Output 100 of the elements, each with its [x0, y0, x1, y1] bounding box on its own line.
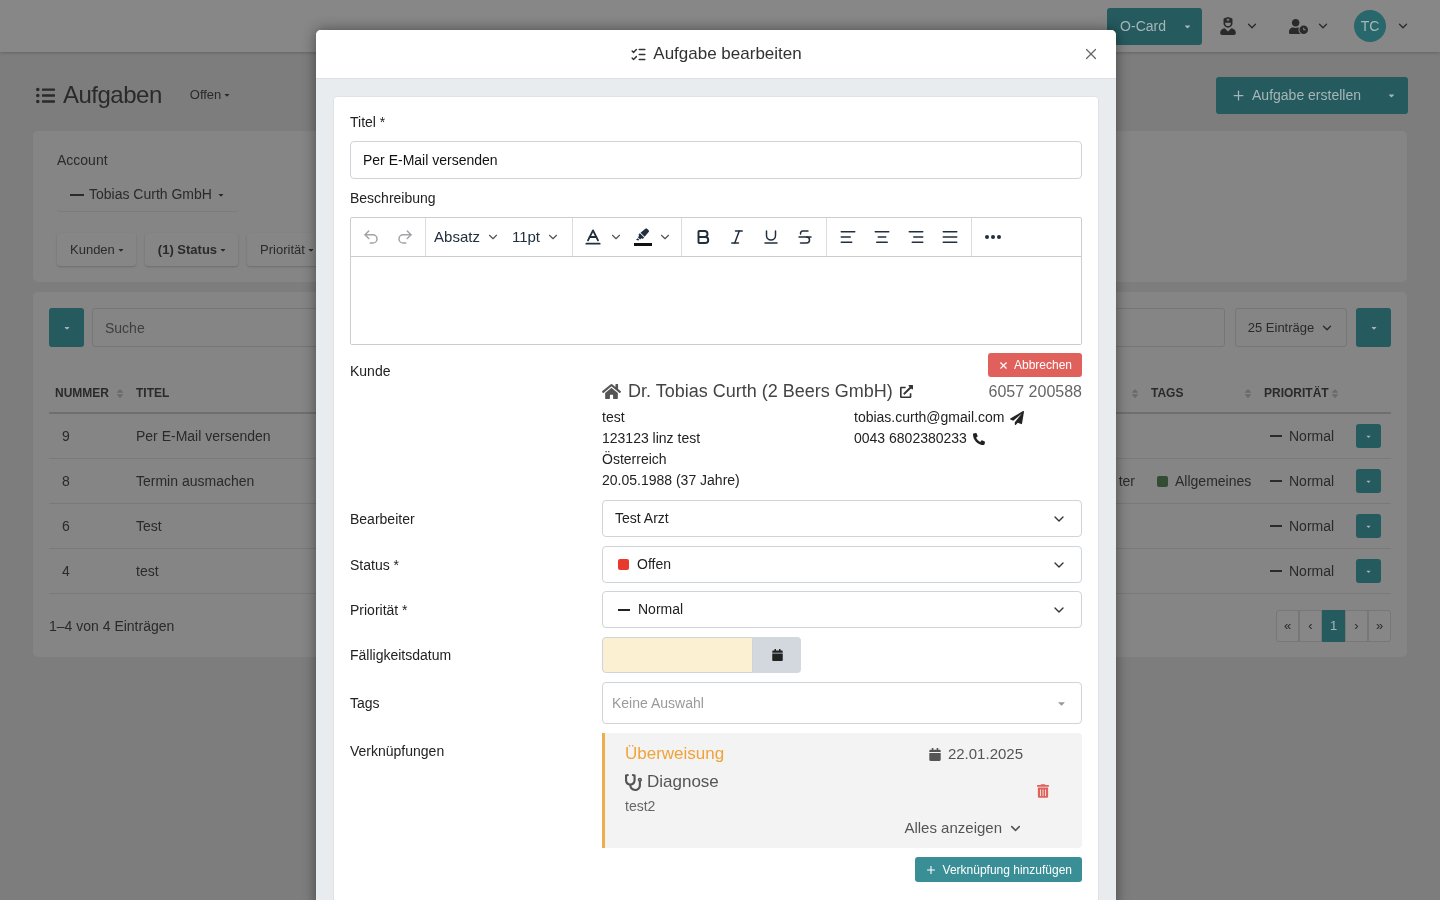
block-format-dropdown[interactable]: Absatz — [430, 221, 504, 253]
trash-icon — [1037, 783, 1049, 798]
column-header: TITEL — [136, 385, 170, 402]
card-button[interactable]: O-Card — [1107, 7, 1172, 45]
column-header: PRIORITÄT — [1264, 385, 1329, 402]
font-size-dropdown[interactable]: 11pt — [504, 221, 568, 253]
list-icon — [35, 85, 56, 105]
table-cell: Termin ausmachen — [136, 472, 255, 489]
phone-link[interactable]: 0043 6802380233 — [854, 428, 967, 449]
house-icon — [602, 382, 621, 400]
phone-icon — [972, 432, 985, 445]
show-all-button[interactable]: Alles anzeigen — [904, 818, 1023, 838]
table-cell: test — [136, 562, 159, 579]
select-value: Offen — [637, 555, 671, 574]
field-label: Tags — [350, 695, 380, 711]
entries-summary: 1–4 von 4 Einträgen — [49, 616, 175, 636]
more-icon — [985, 235, 1001, 239]
dash-icon — [70, 193, 84, 196]
date-input[interactable] — [602, 637, 753, 673]
priority-label: Normal — [1289, 471, 1335, 491]
align-right-icon — [907, 228, 925, 246]
field-label: Fälligkeitsdatum — [350, 647, 452, 663]
dash-icon — [618, 608, 630, 611]
highlighter-icon — [633, 228, 652, 246]
filter-chip[interactable]: Kunden — [57, 233, 136, 266]
dash-icon — [1270, 480, 1282, 482]
filter-chip[interactable]: (1) Status — [144, 233, 239, 266]
pagination-button[interactable]: « — [1276, 610, 1299, 642]
title-input[interactable]: Per E-Mail versenden — [350, 141, 1082, 179]
field-label: Verknüpfungen — [350, 743, 445, 759]
calendar-icon — [771, 649, 783, 661]
priority-label: Normal — [1289, 516, 1335, 536]
user-status-button[interactable] — [1289, 17, 1330, 35]
address-line: 20.05.1988 (37 Jahre) — [602, 471, 740, 490]
priority-label: Normal — [1289, 561, 1335, 581]
add-link-button[interactable]: Verknüpfung hinzufügen — [914, 857, 1082, 882]
priority-select[interactable]: Normal — [602, 591, 1082, 628]
calendar-button[interactable] — [753, 637, 801, 673]
address-line: Österreich — [602, 450, 667, 469]
create-task-button[interactable]: Aufgabe erstellen — [1216, 76, 1375, 114]
person-cap-icon — [1220, 17, 1236, 35]
dash-icon — [1270, 435, 1282, 437]
align-justify-icon — [941, 228, 959, 246]
calendar-icon — [928, 747, 941, 761]
field-label: Status * — [350, 556, 400, 573]
delete-button[interactable] — [1037, 783, 1049, 798]
address-line: test — [602, 408, 625, 427]
pagination-button[interactable]: › — [1345, 610, 1368, 642]
priority-label: Normal — [1289, 426, 1335, 446]
select-placeholder: Keine Auswahl — [612, 693, 704, 713]
link-type: Überweisung — [625, 743, 725, 766]
stethoscope-icon — [625, 773, 642, 791]
table-cell: 6 — [62, 517, 70, 534]
card-menu-button[interactable] — [1172, 7, 1202, 45]
email-link[interactable]: tobias.curth@gmail.com — [854, 407, 1005, 428]
underline-icon — [762, 228, 780, 246]
field-label: Bearbeiter — [350, 510, 415, 527]
field-label: Priorität * — [350, 601, 408, 618]
paper-plane-icon — [1010, 410, 1025, 425]
link-note: test2 — [625, 797, 656, 815]
address-line: 123123 linz test — [602, 429, 701, 448]
customer-name: Dr. Tobias Curth (2 Beers GmbH) — [628, 380, 893, 402]
tag-label: Allgemeines — [1175, 471, 1252, 491]
customer-number: 6057 200588 — [988, 382, 1082, 402]
dash-icon — [1270, 570, 1282, 572]
table-cell: 8 — [62, 472, 70, 489]
account-dropdown[interactable]: Tobias Curth GmbH — [57, 178, 238, 212]
close-icon — [997, 359, 1009, 371]
page-size-select[interactable]: 25 Einträge — [1235, 308, 1347, 347]
italic-icon — [728, 228, 746, 246]
user-menu-button[interactable]: TC — [1354, 10, 1410, 42]
assignee-select[interactable]: Test Arzt — [602, 500, 1082, 537]
plus-icon — [1231, 87, 1247, 103]
status-select[interactable]: Offen — [602, 546, 1082, 583]
user-clock-icon — [1289, 17, 1308, 35]
link-date: 22.01.2025 — [947, 743, 1023, 764]
page-title: Aufgaben — [63, 80, 162, 110]
pagination-button[interactable]: 1 — [1322, 610, 1345, 642]
tags-select[interactable]: Keine Auswahl — [602, 682, 1082, 724]
table-cell: Per E-Mail versenden — [136, 427, 271, 444]
column-header: TAGS — [1151, 385, 1184, 402]
account-label: Account — [57, 151, 108, 170]
view-filter-dropdown[interactable]: Offen — [189, 85, 232, 105]
pagination-button[interactable]: ‹ — [1299, 610, 1322, 642]
select-value: Normal — [638, 600, 684, 619]
column-header: NUMMER — [55, 385, 109, 402]
field-label: Beschreibung — [350, 190, 436, 206]
pagination-button[interactable]: » — [1368, 610, 1391, 642]
table-cell-text: ter — [1118, 471, 1135, 491]
table-cell: Test — [136, 517, 162, 534]
staff-menu-button[interactable] — [1220, 17, 1259, 35]
table-cell: 9 — [62, 427, 70, 444]
cancel-button[interactable]: Abbrechen — [987, 353, 1082, 377]
select-value: Test Arzt — [615, 509, 669, 528]
external-link-icon — [899, 384, 913, 398]
table-cell: 4 — [62, 562, 70, 579]
strikethrough-icon — [796, 228, 814, 246]
field-label: Kunde — [350, 363, 391, 379]
link-category: Diagnose — [647, 771, 719, 794]
avatar: TC — [1354, 10, 1386, 42]
